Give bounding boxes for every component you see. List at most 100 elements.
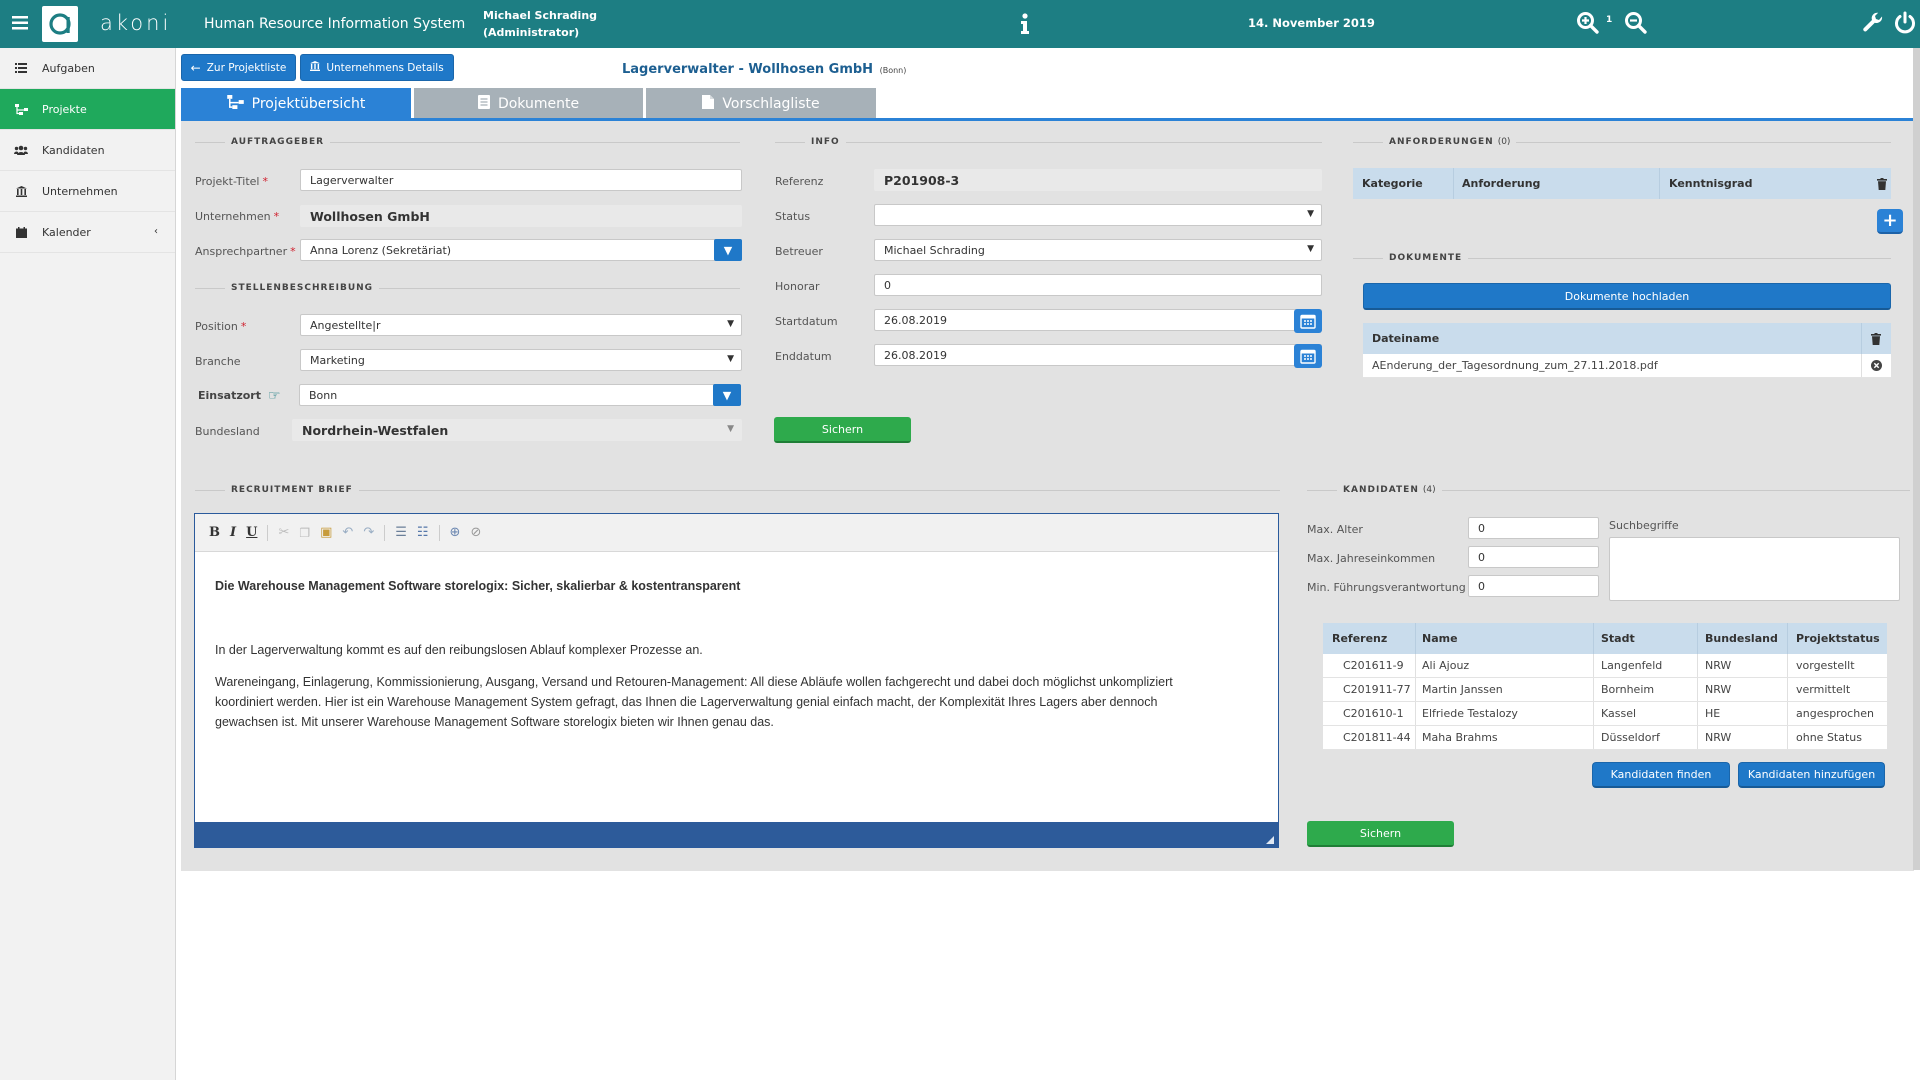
vertical-scrollbar[interactable] [1913, 48, 1920, 870]
sidebar-item-kalender[interactable]: Kalender ‹ [0, 212, 175, 253]
status-select[interactable]: ▼ [874, 204, 1322, 226]
info-save-button[interactable]: Sichern [774, 417, 911, 443]
kandidaten-save-button[interactable]: Sichern [1307, 821, 1454, 847]
label-enddatum: Enddatum [775, 350, 832, 363]
col-kenntnisgrad: Kenntnisgrad [1669, 177, 1753, 190]
min-fuehrungsverantwortung-input[interactable]: 0 [1468, 575, 1599, 597]
zoom-in-icon[interactable] [1576, 11, 1600, 35]
label-position: Position * [195, 320, 247, 333]
table-row[interactable]: C201611-9 Ali Ajouz Langenfeld NRW vorge… [1323, 654, 1887, 678]
logo-text: akoni [100, 11, 172, 35]
document-row[interactable]: AEnderung_der_Tagesordnung_zum_27.11.201… [1363, 354, 1891, 378]
dokumente-table-header: Dateiname [1363, 323, 1891, 354]
sidebar-item-label: Aufgaben [42, 61, 95, 75]
col-referenz: Referenz [1332, 632, 1388, 645]
label-referenz: Referenz [775, 175, 824, 188]
tab-projektuebersicht[interactable]: Projektübersicht [181, 88, 411, 119]
undo-icon[interactable]: ↶ [342, 525, 353, 540]
caret-down-icon: ▼ [727, 319, 734, 329]
editor-footer-bar [195, 822, 1278, 847]
pointer-hand-icon[interactable]: ☞ [268, 388, 281, 404]
section-kandidaten: KANDIDATEN (4) [1307, 485, 1910, 495]
document-filename[interactable]: AEnderung_der_Tagesordnung_zum_27.11.201… [1372, 354, 1658, 377]
sidebar-item-aufgaben[interactable]: Aufgaben [0, 48, 175, 89]
max-alter-input[interactable]: 0 [1468, 517, 1599, 539]
sidebar-item-label: Kandidaten [42, 143, 105, 157]
table-row[interactable]: C201610-1 Elfriede Testalozy Kassel HE a… [1323, 702, 1887, 726]
caret-down-icon: ▼ [727, 424, 734, 434]
ansprechpartner-select[interactable]: Anna Lorenz (Sekretäriat) ▼ [300, 239, 742, 261]
honorar-input[interactable]: 0 [874, 274, 1322, 296]
chevron-down-icon[interactable]: ▼ [713, 384, 741, 406]
calendar-icon[interactable] [1294, 309, 1322, 333]
chevron-down-icon[interactable]: ▼ [714, 239, 742, 261]
brief-paragraph-2: Wareneingang, Einlagerung, Kommissionier… [215, 675, 1173, 729]
betreuer-select[interactable]: Michael Schrading ▼ [874, 239, 1322, 261]
label-min-fuehrungsverantwortung: Min. Führungsverantwortung [1307, 581, 1466, 594]
startdatum-input[interactable]: 26.08.2019 [874, 309, 1322, 333]
sidebar-item-unternehmen[interactable]: Unternehmen [0, 171, 175, 212]
branche-select[interactable]: Marketing ▼ [300, 349, 742, 371]
suchbegriffe-textarea[interactable] [1609, 537, 1900, 601]
kandidaten-table-header: Referenz Name Stadt Bundesland Projektst… [1323, 623, 1887, 654]
position-select[interactable]: Angestellte|r ▼ [300, 314, 742, 336]
tab-underline [181, 118, 1914, 121]
copy-icon[interactable]: ❐ [299, 526, 310, 540]
building-icon [14, 184, 28, 198]
unternehmen-field: Wollhosen GmbH [300, 205, 742, 227]
label-ansprechpartner: Ansprechpartner * [195, 245, 296, 258]
italic-button[interactable]: I [230, 525, 236, 540]
col-anforderung: Anforderung [1462, 177, 1541, 190]
info-icon[interactable] [1018, 13, 1032, 35]
company-details-button[interactable]: Unternehmens Details [300, 54, 454, 81]
table-row[interactable]: C201911-77 Martin Janssen Bornheim NRW v… [1323, 678, 1887, 702]
zoom-out-icon[interactable] [1624, 11, 1648, 35]
label-max-jahreseinkommen: Max. Jahreseinkommen [1307, 552, 1436, 565]
bold-button[interactable]: B [209, 525, 220, 540]
unlink-icon[interactable]: ⊘ [470, 525, 481, 540]
max-jahreseinkommen-input[interactable]: 0 [1468, 546, 1599, 568]
underline-button[interactable]: U [246, 525, 257, 540]
table-row[interactable]: C201811-44 Maha Brahms Düsseldorf NRW oh… [1323, 726, 1887, 750]
editor-body[interactable]: Die Warehouse Management Software storel… [215, 576, 1258, 732]
projekt-titel-input[interactable]: Lagerverwalter [300, 169, 742, 191]
col-stadt: Stadt [1601, 632, 1635, 645]
users-icon [14, 143, 28, 157]
section-auftraggeber: AUFTRAGGEBER [195, 137, 740, 147]
numbered-list-icon[interactable]: ☰ [395, 525, 407, 540]
tab-vorschlagliste[interactable]: Vorschlagliste [646, 88, 876, 119]
remove-circle-icon[interactable] [1871, 354, 1882, 377]
label-suchbegriffe: Suchbegriffe [1609, 519, 1679, 532]
cut-icon[interactable]: ✂ [278, 525, 289, 540]
tab-dokumente[interactable]: Dokumente [414, 88, 643, 119]
menu-icon[interactable] [12, 15, 28, 30]
enddatum-input[interactable]: 26.08.2019 [874, 344, 1322, 368]
paste-icon[interactable]: ▣ [320, 525, 332, 540]
calendar-icon[interactable] [1294, 344, 1322, 368]
sitemap-icon [14, 102, 28, 116]
calendar-icon [14, 225, 28, 239]
rich-text-editor[interactable]: B I U ✂ ❐ ▣ ↶ ↷ ☰ ☷ ⊕ ⊘ Die Warehouse Ma… [194, 513, 1279, 848]
resize-handle-icon[interactable] [1266, 836, 1274, 844]
einsatzort-select[interactable]: Bonn ▼ [299, 384, 741, 406]
find-candidates-button[interactable]: Kandidaten finden [1592, 762, 1730, 788]
redo-icon[interactable]: ↷ [363, 525, 374, 540]
link-icon[interactable]: ⊕ [450, 525, 461, 540]
sidebar-item-label: Kalender [42, 225, 91, 239]
add-anforderung-button[interactable]: + [1877, 209, 1903, 234]
bullet-list-icon[interactable]: ☷ [417, 525, 429, 540]
section-info: INFO [775, 137, 1322, 147]
back-to-project-list-button[interactable]: ← Zur Projektliste [181, 54, 296, 81]
sidebar-item-projekte[interactable]: Projekte [0, 89, 175, 130]
trash-icon[interactable] [1877, 168, 1887, 199]
label-einsatzort: Einsatzort [198, 389, 261, 402]
document-icon [477, 94, 490, 113]
power-icon[interactable] [1894, 11, 1916, 35]
top-bar: akoni Human Resource Information System … [0, 0, 1920, 48]
trash-icon[interactable] [1871, 323, 1881, 354]
section-recruitment-brief: RECRUITMENT BRIEF [195, 485, 1280, 495]
sidebar-item-kandidaten[interactable]: Kandidaten [0, 130, 175, 171]
add-candidates-button[interactable]: Kandidaten hinzufügen [1738, 762, 1885, 788]
upload-documents-button[interactable]: Dokumente hochladen [1363, 283, 1891, 310]
wrench-icon[interactable] [1862, 12, 1884, 34]
